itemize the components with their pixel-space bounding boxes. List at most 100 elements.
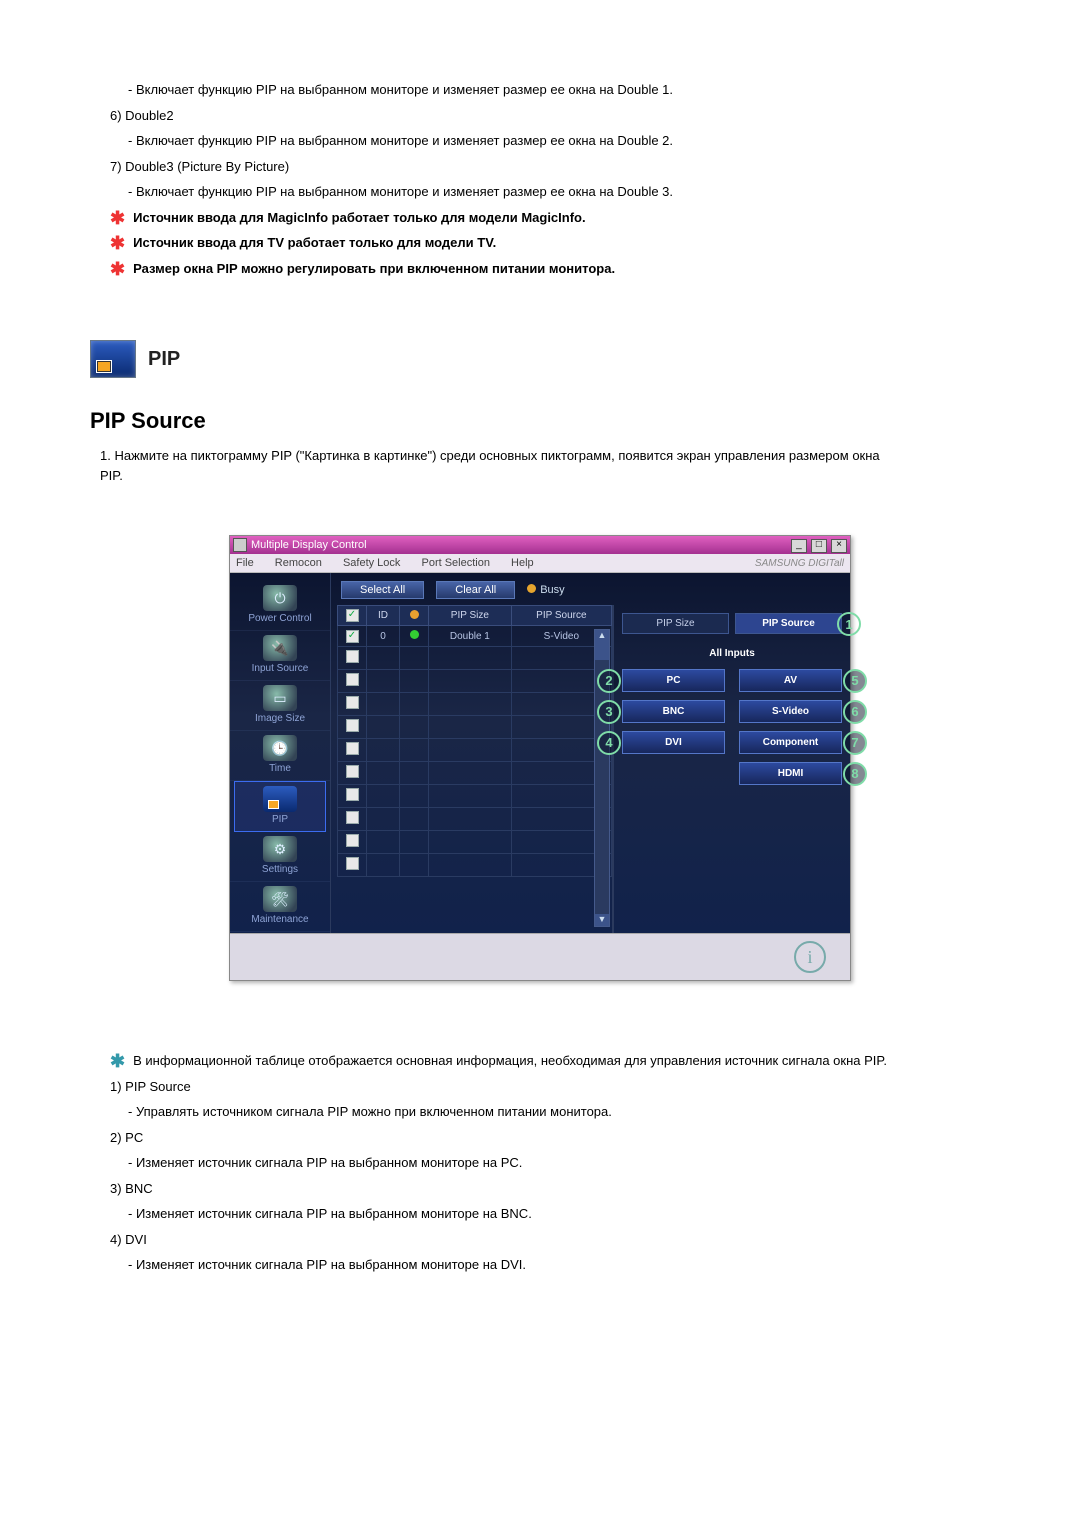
- table-row[interactable]: [338, 785, 612, 808]
- tab-pip-size[interactable]: PIP Size: [622, 613, 729, 634]
- status-bar: i: [230, 933, 850, 980]
- cell-pip-size: [429, 854, 512, 877]
- maximize-button[interactable]: □: [811, 539, 827, 553]
- menu-port-selection[interactable]: Port Selection: [421, 557, 489, 569]
- table-row[interactable]: [338, 739, 612, 762]
- image-size-icon: ▭: [263, 685, 297, 711]
- star-icon: ✱: [110, 1051, 125, 1073]
- cell-pip-size: [429, 808, 512, 831]
- sidebar-item-label: Settings: [262, 864, 298, 875]
- source-label: S-Video: [772, 706, 809, 717]
- section-title: PIP Source: [90, 408, 990, 434]
- plug-icon: 🔌: [263, 635, 297, 661]
- row-checkbox[interactable]: [346, 765, 359, 778]
- scroll-up-icon[interactable]: ▲: [595, 630, 609, 642]
- row-checkbox[interactable]: ✓: [346, 630, 359, 643]
- menu-safety-lock[interactable]: Safety Lock: [343, 557, 400, 569]
- callout-7: 7: [843, 731, 867, 755]
- row-checkbox[interactable]: [346, 834, 359, 847]
- callout-2: 2: [597, 669, 621, 693]
- close-button[interactable]: ×: [831, 539, 847, 553]
- table-row[interactable]: [338, 808, 612, 831]
- app-window: Multiple Display Control _ □ × File Remo…: [229, 535, 851, 981]
- source-component-button[interactable]: Component 7: [739, 731, 842, 754]
- source-label: BNC: [663, 706, 685, 717]
- minimize-button[interactable]: _: [791, 539, 807, 553]
- cell-id: [367, 762, 400, 785]
- sidebar-item-time[interactable]: 🕒 Time: [230, 731, 330, 781]
- table-row[interactable]: [338, 716, 612, 739]
- table-row[interactable]: ✓0Double 1S-Video: [338, 626, 612, 647]
- sidebar-item-image-size[interactable]: ▭ Image Size: [230, 681, 330, 731]
- table-row[interactable]: [338, 693, 612, 716]
- sidebar-item-power[interactable]: ⏻ Power Control: [230, 581, 330, 631]
- row-checkbox[interactable]: [346, 719, 359, 732]
- source-bnc-button[interactable]: 3 BNC: [622, 700, 725, 723]
- scroll-thumb[interactable]: [595, 642, 609, 660]
- source-svideo-button[interactable]: S-Video 6: [739, 700, 842, 723]
- sidebar-item-label: Time: [269, 763, 291, 774]
- col-pip-size[interactable]: PIP Size: [429, 606, 512, 626]
- double3-desc: - Включает функцию PIP на выбранном мони…: [110, 182, 990, 202]
- source-label: DVI: [665, 737, 682, 748]
- row-checkbox[interactable]: [346, 857, 359, 870]
- power-icon: ⏻: [263, 585, 297, 611]
- busy-label: Busy: [540, 584, 564, 596]
- info-icon[interactable]: i: [794, 941, 826, 973]
- titlebar[interactable]: Multiple Display Control _ □ ×: [230, 536, 850, 554]
- note-magicinfo: Источник ввода для MagicInfo работает то…: [133, 208, 586, 229]
- table-row[interactable]: [338, 854, 612, 877]
- row-checkbox[interactable]: [346, 650, 359, 663]
- pip-icon: [90, 340, 136, 378]
- col-pip-source[interactable]: PIP Source: [511, 606, 611, 626]
- sidebar-item-pip[interactable]: PIP: [234, 781, 326, 832]
- star-icon: ✱: [110, 233, 125, 255]
- row-checkbox[interactable]: [346, 673, 359, 686]
- select-all-button[interactable]: Select All: [341, 581, 424, 599]
- table-row[interactable]: [338, 762, 612, 785]
- menu-help[interactable]: Help: [511, 557, 534, 569]
- col-id[interactable]: ID: [367, 606, 400, 626]
- cell-id: [367, 831, 400, 854]
- source-pc-button[interactable]: 2 PC: [622, 669, 725, 692]
- cell-pip-size: [429, 831, 512, 854]
- cell-pip-size: [429, 762, 512, 785]
- gear-icon: ⚙: [263, 836, 297, 862]
- table-row[interactable]: [338, 670, 612, 693]
- cell-pip-size: Double 1: [429, 626, 512, 647]
- status-dot-icon: [410, 630, 419, 639]
- tab-pip-source[interactable]: PIP Source 1: [735, 613, 842, 634]
- sidebar-item-settings[interactable]: ⚙ Settings: [230, 832, 330, 882]
- header-checkbox[interactable]: ✓: [346, 609, 359, 622]
- item-7: 7) Double3 (Picture By Picture): [110, 157, 990, 177]
- right-panel: PIP Size PIP Source 1 All Inputs 2 PC: [613, 605, 850, 933]
- menu-file[interactable]: File: [236, 557, 254, 569]
- scroll-down-icon[interactable]: ▼: [595, 914, 609, 926]
- row-checkbox[interactable]: [346, 788, 359, 801]
- after-item-label: 4) DVI: [110, 1230, 990, 1250]
- brand-label: SAMSUNG DIGITall: [755, 558, 844, 569]
- sidebar-item-label: Power Control: [248, 613, 311, 624]
- busy-indicator-icon: [527, 584, 536, 593]
- note-tv: Источник ввода для TV работает только дл…: [133, 233, 496, 254]
- row-checkbox[interactable]: [346, 696, 359, 709]
- table-row[interactable]: [338, 647, 612, 670]
- menu-remocon[interactable]: Remocon: [275, 557, 322, 569]
- source-hdmi-button[interactable]: HDMI 8: [739, 762, 842, 785]
- clear-all-button[interactable]: Clear All: [436, 581, 515, 599]
- callout-1: 1: [837, 612, 861, 636]
- wrench-icon: 🛠: [263, 886, 297, 912]
- source-av-button[interactable]: AV 5: [739, 669, 842, 692]
- panel-title: All Inputs: [622, 648, 842, 659]
- sidebar: ⏻ Power Control 🔌 Input Source ▭ Image S…: [230, 573, 331, 933]
- window-title: Multiple Display Control: [251, 539, 367, 551]
- cell-id: [367, 808, 400, 831]
- callout-5: 5: [843, 669, 867, 693]
- table-row[interactable]: [338, 831, 612, 854]
- cell-pip-size: [429, 739, 512, 762]
- row-checkbox[interactable]: [346, 811, 359, 824]
- sidebar-item-input-source[interactable]: 🔌 Input Source: [230, 631, 330, 681]
- sidebar-item-maintenance[interactable]: 🛠 Maintenance: [230, 882, 330, 932]
- source-dvi-button[interactable]: 4 DVI: [622, 731, 725, 754]
- row-checkbox[interactable]: [346, 742, 359, 755]
